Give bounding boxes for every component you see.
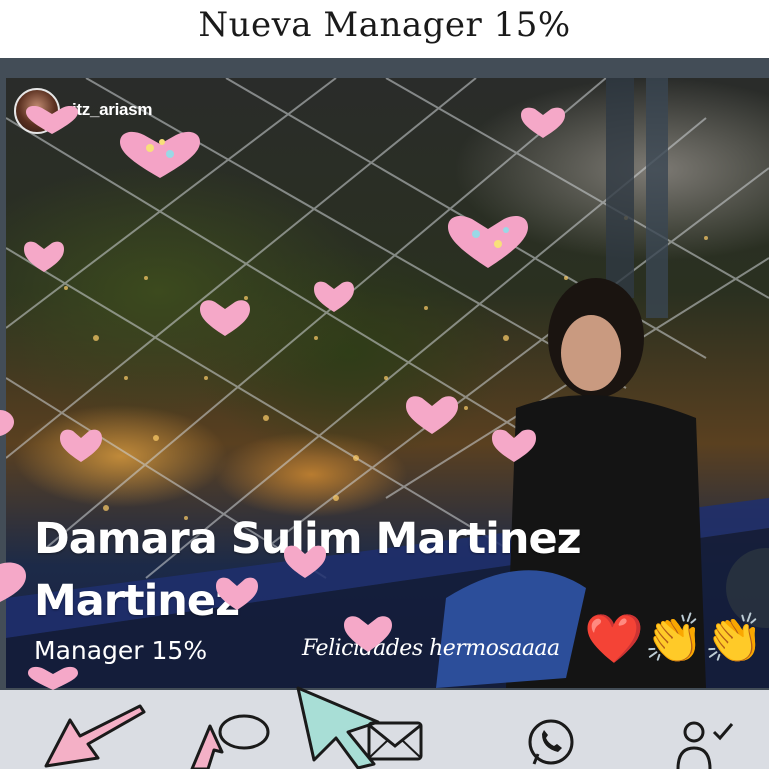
congrats-text: Felicidades hermosaaaa bbox=[302, 636, 560, 661]
story-name-line2: Martinez bbox=[34, 576, 240, 626]
red-heart-emoji: ❤️ bbox=[584, 613, 644, 666]
mail-icon[interactable] bbox=[366, 720, 424, 762]
page-title: Nueva Manager 15% bbox=[198, 5, 571, 45]
clapping-hands-emoji: 👏 bbox=[644, 613, 704, 666]
user-avatar[interactable] bbox=[14, 88, 60, 134]
story-name-line1: Damara Sulim Martinez bbox=[34, 514, 582, 564]
comment-bubble-icon[interactable] bbox=[188, 712, 272, 769]
clapping-hands-emoji: 👏 bbox=[704, 613, 764, 666]
story-role-label: Manager 15% bbox=[34, 636, 208, 665]
add-person-icon[interactable] bbox=[676, 720, 736, 769]
story-username[interactable]: itz_ariasm bbox=[72, 100, 152, 120]
share-bar bbox=[0, 686, 769, 769]
share-arrow-icon[interactable] bbox=[40, 700, 150, 769]
whatsapp-icon[interactable] bbox=[524, 718, 578, 769]
